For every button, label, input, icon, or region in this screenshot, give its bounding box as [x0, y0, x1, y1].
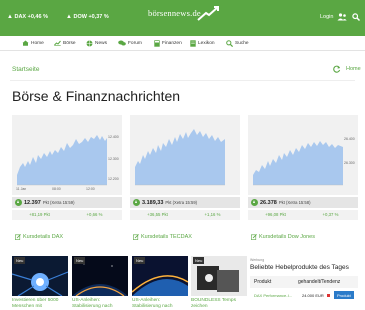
refresh-icon[interactable] — [333, 65, 341, 73]
performance-row: +36,55 Pkt +1,16 % — [130, 210, 240, 220]
nav-item-lexikon[interactable]: Lexikon — [190, 40, 215, 47]
product-price: 24.000 EUR — [302, 293, 324, 298]
calculator-icon — [154, 40, 160, 47]
quote-row: 26.378 Pkt (Xetra 15:58) — [248, 197, 358, 208]
book-icon — [190, 40, 196, 47]
news-title[interactable]: Investieren über 5000 Menschen mit — [12, 298, 68, 310]
site-logo[interactable]: börsennews.de — [148, 8, 201, 18]
index-card-tecdax: 3.189,33 Pkt (Xetra 15:59) +36,55 Pkt +1… — [130, 115, 240, 240]
edit-icon — [251, 234, 257, 240]
news-thumbnail[interactable]: Neu — [191, 256, 247, 296]
news-title[interactable]: BOUNDLESS Temps zeichen — [191, 298, 247, 310]
nav-item-home[interactable]: Home — [22, 40, 44, 46]
mini-chart[interactable]: 26.400 26.300 — [248, 115, 358, 195]
new-badge: Neu — [134, 257, 146, 264]
ad-label: Werbung — [250, 258, 265, 262]
mini-chart[interactable]: 11 Jan 08:00 12:00 12.400 12.300 12.200 — [12, 115, 122, 195]
change-percent: +0,66 % — [86, 212, 103, 217]
performance-row: +81,19 Pkt +0,66 % — [12, 210, 122, 220]
nav-item-forum[interactable]: Forum — [118, 40, 142, 46]
search-icon[interactable] — [352, 13, 360, 21]
dax-ticker[interactable]: ▲ DAX +0,46 % — [7, 14, 48, 20]
column-header: Produkt — [254, 279, 272, 285]
index-value: 3.189,33 — [142, 199, 164, 206]
users-icon[interactable] — [337, 13, 347, 21]
details-link[interactable]: Kursdetails TECDAX — [133, 234, 192, 240]
edit-icon — [15, 234, 21, 240]
change-percent: +0,37 % — [322, 212, 339, 217]
page-title: Börse & Finanznachrichten — [12, 88, 181, 104]
table-row[interactable]: DAX Performance-I... 24.000 EUR Produkt — [250, 291, 358, 301]
index-card-dow: 26.400 26.300 26.378 Pkt (Xetra 15:58) +… — [248, 115, 358, 240]
table-header: Produkt gehandelt/Tendenz — [250, 276, 358, 288]
search-icon — [226, 40, 233, 47]
chart-icon — [54, 40, 61, 46]
index-card-dax: 11 Jan 08:00 12:00 12.400 12.300 12.200 … — [12, 115, 122, 240]
news-thumbnail[interactable]: Neu — [72, 256, 128, 296]
chat-icon — [118, 40, 126, 46]
arrow-up-icon — [251, 199, 258, 206]
news-title[interactable]: US-Anleihen: Stabilisierung nach — [132, 298, 188, 310]
nav-item-news[interactable]: News — [86, 40, 107, 47]
column-header: gehandelt/Tendenz — [298, 279, 341, 285]
home-link[interactable]: Home — [346, 66, 361, 72]
login-link[interactable]: Login — [320, 14, 333, 20]
nav-item-finanzen[interactable]: Finanzen — [154, 40, 182, 47]
arrow-up-icon — [133, 199, 140, 206]
leverage-products-box: Werbung Beliebte Hebelprodukte des Tages… — [250, 258, 358, 299]
product-name[interactable]: DAX Performance-I... — [254, 293, 292, 298]
news-thumbnail[interactable]: Neu — [132, 256, 188, 296]
details-link[interactable]: Kursdetails Dow Jones — [251, 234, 315, 240]
quote-row: 12.397 Pkt (Xetra 15:59) — [12, 197, 122, 208]
index-value: 26.378 — [260, 199, 277, 206]
arrow-up-icon: ▲ — [66, 14, 72, 20]
index-unit: Pkt (Xetra 15:58) — [278, 200, 311, 205]
arrow-up-icon: ▲ — [7, 14, 13, 20]
index-unit: Pkt (Xetra 15:59) — [42, 200, 75, 205]
new-badge: Neu — [193, 257, 205, 264]
dow-ticker[interactable]: ▲ DOW +0,37 % — [66, 14, 109, 20]
bull-logo-icon — [197, 6, 219, 21]
nav-item-boerse[interactable]: Börse — [54, 40, 76, 46]
main-nav: Home Börse News Forum Finanzen Lexikon S… — [0, 36, 365, 51]
index-value: 12.397 — [24, 199, 41, 206]
quote-row: 3.189,33 Pkt (Xetra 15:59) — [130, 197, 240, 208]
top-bar: ▲ DAX +0,46 % ▲ DOW +0,37 % börsennews.d… — [0, 0, 365, 36]
news-title[interactable]: US-Anleihen: Stabilisierung nach — [72, 298, 128, 310]
nav-item-suche[interactable]: Suche — [226, 40, 249, 47]
performance-row: +96,08 Pkt +0,37 % — [248, 210, 358, 220]
details-link[interactable]: Kursdetails DAX — [15, 234, 63, 240]
home-icon — [22, 40, 29, 46]
change-points: +81,19 Pkt — [29, 212, 50, 217]
mini-chart[interactable] — [130, 115, 240, 195]
breadcrumb[interactable]: Startseite — [12, 66, 39, 73]
divider — [10, 80, 355, 81]
index-unit: Pkt (Xetra 15:59) — [165, 200, 198, 205]
arrow-up-icon — [15, 199, 22, 206]
edit-icon — [133, 234, 139, 240]
news-thumbnail[interactable]: Neu — [12, 256, 68, 296]
new-badge: Neu — [14, 257, 26, 264]
trend-indicator — [327, 294, 330, 297]
change-points: +36,55 Pkt — [147, 212, 168, 217]
box-title: Beliebte Hebelprodukte des Tages — [250, 264, 349, 271]
globe-icon — [86, 40, 93, 47]
product-button[interactable]: Produkt — [334, 291, 354, 299]
change-points: +96,08 Pkt — [265, 212, 286, 217]
change-percent: +1,16 % — [204, 212, 221, 217]
new-badge: Neu — [74, 257, 86, 264]
